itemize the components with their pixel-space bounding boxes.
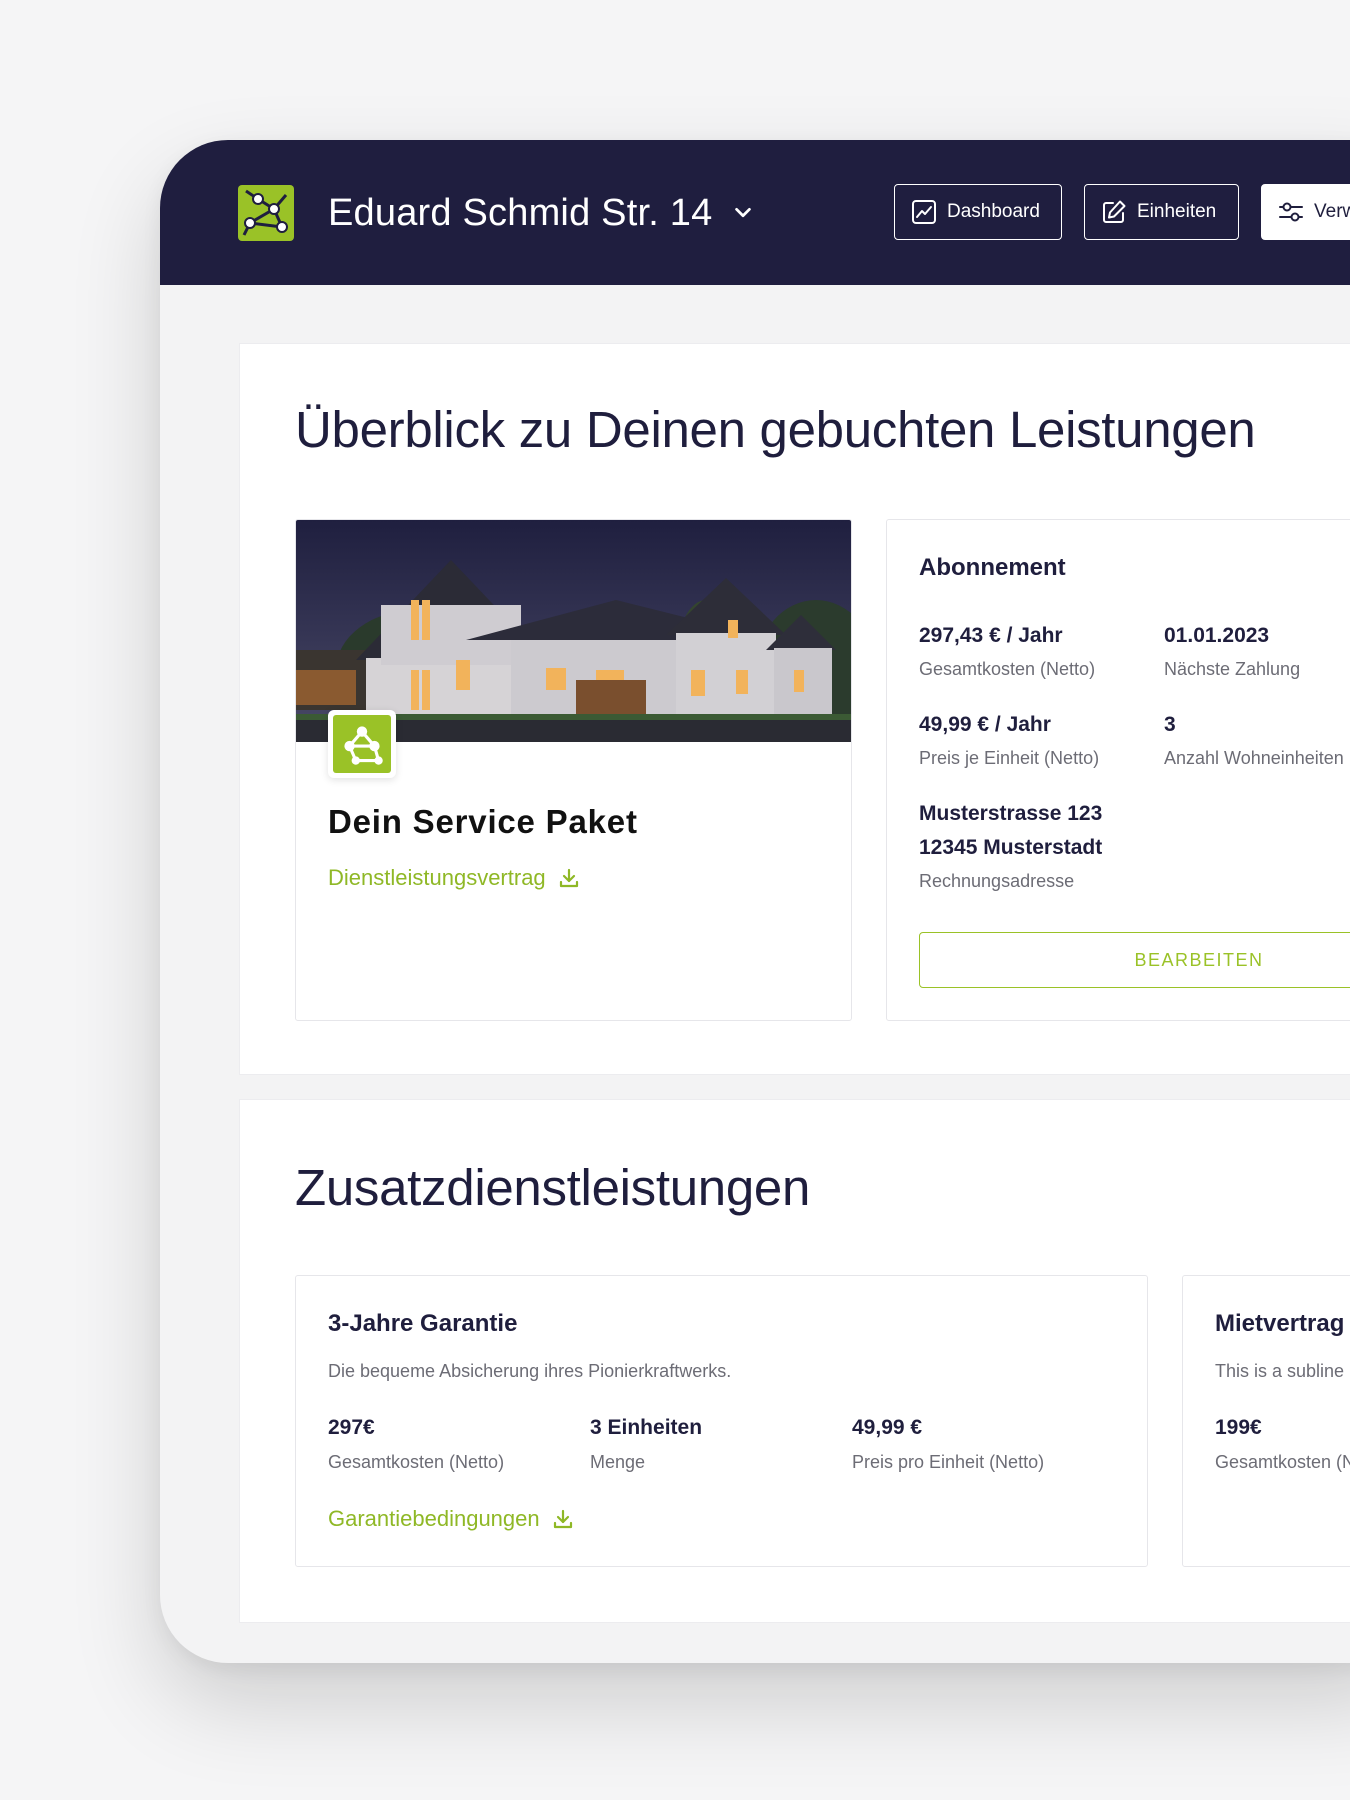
property-selector[interactable]: Eduard Schmid Str. 14 [328,190,754,236]
address-label: Rechnungsadresse [919,871,1075,891]
units-count-label: Anzahl Wohneinheiten [1164,748,1344,768]
service-title: 3-Jahre Garantie [328,1310,518,1337]
house-photo [296,520,851,742]
dashboard-button[interactable]: Dashboard [894,184,1062,240]
edit-button-label: BEARBEITEN [1134,949,1264,970]
service-package-card: Dein Service Paket Dienstleistungsvertra… [295,519,852,1021]
units-count-value: 3 [1164,713,1176,736]
warranty-terms-download-link[interactable]: Garantiebedingungen [328,1506,574,1532]
property-name: Eduard Schmid Str. 14 [328,191,713,234]
extras-section: Zusatzdienstleistungen 3-Jahre Garantie … [239,1099,1350,1623]
service-total-value: 199€ [1215,1416,1262,1439]
next-payment-label: Nächste Zahlung [1164,659,1301,679]
app-window: Eduard Schmid Str. 14 Dashboard Einheite… [160,140,1350,1663]
edit-icon [1103,200,1126,223]
einheiten-button-label: Einheiten [1137,201,1217,222]
top-navigation-bar: Eduard Schmid Str. 14 Dashboard Einheite… [160,140,1350,285]
service-quantity-label: Menge [590,1452,646,1472]
service-unit-price-value: 49,99 € [852,1416,923,1439]
verwaltung-button[interactable]: Verwaltung [1261,184,1350,240]
verwaltung-button-label: Verwaltung [1314,201,1350,222]
service-subline: Die bequeme Absicherung ihres Pionierkra… [328,1361,732,1381]
service-subline: This is a subline [1215,1361,1345,1381]
edit-subscription-button[interactable]: BEARBEITEN [919,932,1350,988]
subscription-card: Abonnement 297,43 € / Jahr Gesamtkosten … [886,519,1350,1021]
service-card-lease: Mietvertrag This is a subline 199€ Gesam… [1182,1275,1350,1567]
chevron-down-icon [735,207,752,218]
network-logo-icon[interactable] [238,185,294,241]
next-payment-value: 01.01.2023 [1164,624,1270,647]
service-unit-price-label: Preis pro Einheit (Netto) [852,1452,1045,1472]
network-badge-icon [333,715,391,773]
contract-link-label: Dienstleistungsvertrag [328,865,546,890]
subscription-title: Abonnement [919,554,1066,581]
address-line-1: Musterstrasse 123 [919,802,1103,825]
contract-download-link[interactable]: Dienstleistungsvertrag [328,865,580,891]
total-cost-value: 297,43 € / Jahr [919,624,1063,647]
service-quantity-value: 3 Einheiten [590,1416,703,1439]
overview-section: Überblick zu Deinen gebuchten Leistungen [239,343,1350,1075]
chart-icon [912,200,936,224]
service-total-label: Gesamtkosten (Netto) [1215,1452,1350,1472]
service-total-value: 297€ [328,1416,375,1439]
service-card-warranty: 3-Jahre Garantie Die bequeme Absicherung… [295,1275,1148,1567]
sliders-icon [1279,202,1303,222]
service-total-label: Gesamtkosten (Netto) [328,1452,505,1472]
service-title: Mietvertrag [1215,1310,1345,1337]
download-icon [553,1509,572,1529]
unit-price-value: 49,99 € / Jahr [919,713,1051,736]
dashboard-button-label: Dashboard [947,201,1040,222]
total-cost-label: Gesamtkosten (Netto) [919,659,1096,679]
warranty-terms-label: Garantiebedingungen [328,1506,540,1531]
overview-title: Überblick zu Deinen gebuchten Leistungen [295,401,1256,458]
extras-title: Zusatzdienstleistungen [295,1159,811,1216]
unit-price-label: Preis je Einheit (Netto) [919,748,1100,768]
package-title: Dein Service Paket [328,803,638,840]
package-badge [328,710,396,778]
einheiten-button[interactable]: Einheiten [1084,184,1239,240]
download-icon [559,868,578,888]
address-line-2: 12345 Musterstadt [919,836,1103,859]
